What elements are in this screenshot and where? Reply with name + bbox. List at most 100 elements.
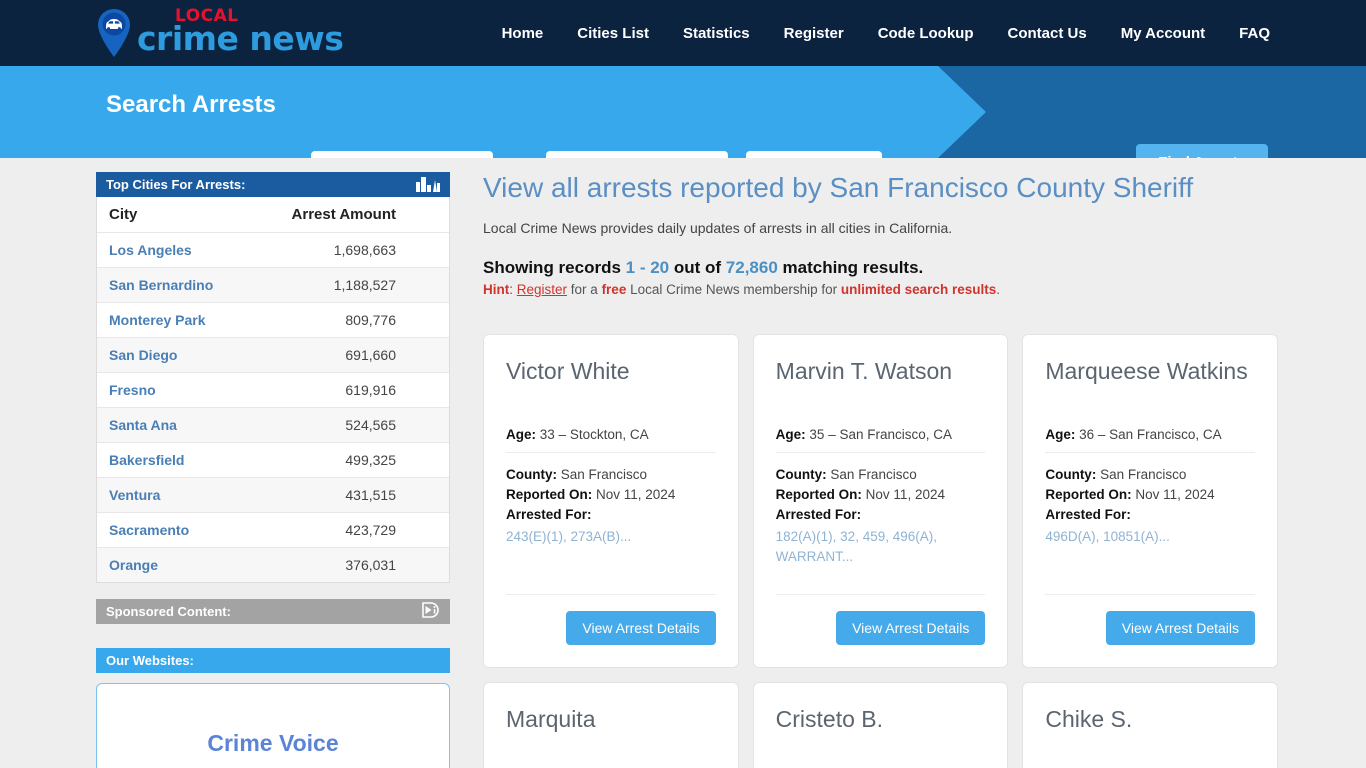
charges-list[interactable]: 496D(A), 10851(A)... — [1045, 527, 1255, 547]
arrest-card: Cristeto B. — [752, 682, 1009, 768]
city-link[interactable]: Orange — [109, 557, 158, 573]
hint-colon: : — [509, 282, 517, 297]
arrest-card: Chike S. — [1022, 682, 1278, 768]
arrest-meta: County: San Francisco Reported On: Nov 11… — [506, 453, 716, 547]
arrest-amount-cell: 499,325 — [248, 442, 449, 478]
page-title: View all arrests reported by San Francis… — [483, 172, 1194, 203]
site-logo[interactable]: LOCAL crime news — [95, 0, 344, 66]
city-cell: San Bernardino — [97, 267, 249, 303]
arrestee-name: Marvin T. Watson — [775, 358, 953, 384]
arrest-amount-cell: 1,188,527 — [248, 267, 449, 303]
arrest-cards-grid: Victor White Age: 33 – Stockton, CA County… — [483, 334, 1278, 768]
city-link[interactable]: Sacramento — [109, 522, 189, 538]
city-cell: Orange — [97, 547, 249, 582]
crime-voice-promo-box[interactable]: Crime Voice — [96, 683, 450, 768]
page-tagline: Local Crime News provides daily updates … — [483, 220, 953, 236]
city-skyline-icon — [416, 175, 440, 195]
arrested-for-label: Arrested For: — [506, 506, 592, 522]
table-row: Bakersfield 499,325 — [97, 442, 449, 478]
reported-on-row: Reported On: Nov 11, 2024 — [1045, 485, 1255, 505]
nav-item-my-account[interactable]: My Account — [1121, 25, 1205, 42]
last-name-input[interactable] — [546, 151, 729, 158]
county-label: County: — [1045, 467, 1097, 482]
nav-item-cities-list[interactable]: Cities List — [577, 25, 649, 42]
adchoices-icon[interactable] — [422, 602, 440, 621]
arrest-amount-cell: 809,776 — [248, 302, 449, 338]
page-body: Top Cities For Arrests: City Arrest Amou… — [0, 158, 1366, 768]
nav-item-statistics[interactable]: Statistics — [683, 25, 750, 42]
view-arrest-details-button[interactable]: View Arrest Details — [836, 611, 986, 645]
table-row: Sacramento 423,729 — [97, 512, 449, 548]
city-link[interactable]: San Bernardino — [109, 277, 213, 293]
city-cell: Ventura — [97, 477, 249, 513]
nav-item-home[interactable]: Home — [502, 25, 544, 42]
county-row: County: San Francisco — [776, 465, 986, 485]
top-cities-title: Top Cities For Arrests: — [106, 177, 246, 192]
charges-list[interactable]: 243(E)(1), 273A(B)... — [506, 527, 716, 547]
city-cell: Fresno — [97, 372, 249, 408]
arrest-amount-cell: 423,729 — [248, 512, 449, 548]
city-link[interactable]: Ventura — [109, 487, 160, 503]
city-cell: Sacramento — [97, 512, 249, 548]
crime-voice-title: Crime Voice — [207, 730, 339, 756]
showing-prefix: Showing records — [483, 258, 626, 277]
table-row: Ventura 431,515 — [97, 477, 449, 513]
table-row: San Bernardino 1,188,527 — [97, 267, 449, 303]
arrest-card: Marqueese Watkins Age: 36 – San Francisco… — [1022, 334, 1278, 668]
arrest-amount-cell: 431,515 — [248, 477, 449, 513]
first-name-input[interactable] — [310, 151, 493, 158]
arrest-card: Marvin T. Watson Age: 35 – San Francisco,… — [752, 334, 1009, 668]
top-cities-table-wrap: City Arrest Amount Los Angeles 1,698,663 S… — [96, 197, 450, 583]
card-footer: View Arrest Details — [506, 594, 716, 645]
showing-range: 1 - 20 — [625, 258, 670, 277]
arrest-meta: County: San Francisco Reported On: Nov 11… — [776, 453, 986, 567]
nav-item-code-lookup[interactable]: Code Lookup — [878, 25, 974, 42]
hint-label: Hint — [483, 282, 510, 297]
age-value: 36 — [1079, 427, 1095, 442]
arrestee-name: Marqueese Watkins — [1045, 358, 1248, 384]
table-row: Los Angeles 1,698,663 — [97, 232, 449, 268]
arrestee-age-location: Age: 35 – San Francisco, CA — [775, 413, 986, 453]
arrestee-age-location: Age: 36 – San Francisco, CA — [1045, 413, 1255, 453]
reported-on-value: Nov 11, 2024 — [1135, 486, 1215, 502]
arrest-meta: County: San Francisco Reported On: Nov 11… — [1045, 453, 1255, 547]
city-link[interactable]: Fresno — [109, 382, 156, 398]
nav-item-contact-us[interactable]: Contact Us — [1008, 25, 1087, 42]
table-row: Fresno 619,916 — [97, 372, 449, 408]
city-input[interactable] — [746, 151, 883, 158]
view-arrest-details-button[interactable]: View Arrest Details — [566, 611, 716, 645]
logo-wordmark: LOCAL crime news — [137, 7, 344, 59]
find-arrests-button[interactable]: Find Arrests — [1136, 144, 1268, 158]
sponsored-content-title: Sponsored Content: — [106, 604, 231, 619]
hint-unlimited: unlimited search results — [840, 282, 997, 297]
location-value: San Francisco, CA — [839, 427, 953, 442]
city-link[interactable]: Santa Ana — [109, 417, 177, 433]
arrest-amount-cell: 619,916 — [248, 372, 449, 408]
arrestee-name: Marquita — [506, 706, 596, 732]
view-arrest-details-button[interactable]: View Arrest Details — [1105, 611, 1255, 645]
column-header-arrest-amount: Arrest Amount — [248, 197, 449, 233]
age-value: 33 — [539, 427, 555, 442]
nav-item-register[interactable]: Register — [784, 25, 844, 42]
column-header-city: City — [97, 197, 249, 233]
table-header-row: City Arrest Amount — [97, 197, 449, 233]
city-link[interactable]: Los Angeles — [109, 242, 192, 258]
city-link[interactable]: San Diego — [109, 347, 177, 363]
location-value: San Francisco, CA — [1109, 427, 1222, 442]
city-link[interactable]: Monterey Park — [109, 312, 205, 328]
reported-on-row: Reported On: Nov 11, 2024 — [506, 485, 716, 505]
age-label: Age: — [1045, 427, 1076, 442]
arrested-for-label: Arrested For: — [775, 506, 862, 522]
register-link[interactable]: Register — [517, 282, 567, 297]
county-label: County: — [775, 467, 827, 482]
arrested-for-label: Arrested For: — [1045, 506, 1131, 522]
city-link[interactable]: Bakersfield — [109, 452, 184, 468]
reported-on-row: Reported On: Nov 11, 2024 — [776, 485, 986, 505]
nav-item-faq[interactable]: FAQ — [1239, 25, 1270, 42]
reported-on-label: Reported On: — [506, 486, 593, 502]
charges-list[interactable]: 182(A)(1), 32, 459, 496(A), WARRANT... — [776, 527, 986, 568]
table-row: Santa Ana 524,565 — [97, 407, 449, 443]
top-cities-widget: Top Cities For Arrests: City Arrest Amou… — [96, 172, 450, 583]
arrest-card: Victor White Age: 33 – Stockton, CA County… — [483, 334, 739, 668]
arrest-amount-cell: 1,698,663 — [248, 232, 449, 268]
